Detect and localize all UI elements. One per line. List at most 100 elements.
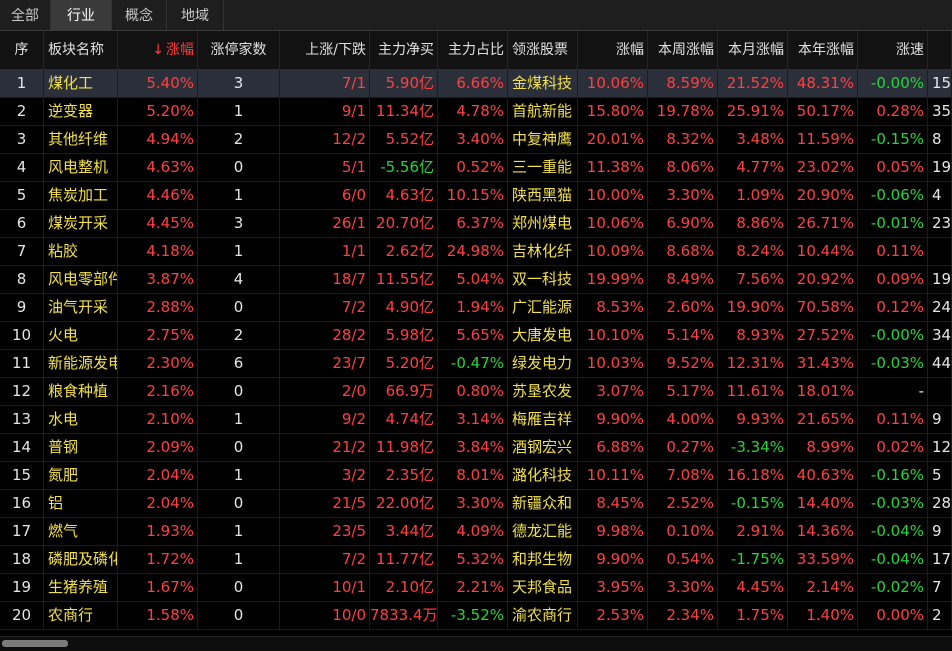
cell-col-leading-stock[interactable]: 中复神鹰 <box>508 126 578 153</box>
header-col-main-net-buy[interactable]: 主力净买 <box>370 31 438 69</box>
cell-col-sector-name[interactable]: 新能源发电 <box>44 350 118 377</box>
header-col-year-change[interactable]: 本年涨幅 <box>788 31 858 69</box>
table-row[interactable]: 7 粘胶 4.18% 1 1/1 2.62亿 24.98% 吉林化纤 10.09% 8.68% 8.… <box>0 238 952 266</box>
cell-col-week-change: 4.00% <box>648 406 718 433</box>
scrollbar-thumb[interactable] <box>2 640 68 647</box>
table-row[interactable]: 9 油气开采 2.88% 0 7/2 4.90亿 1.94% 广汇能源 8.53% 2.60% 19… <box>0 294 952 322</box>
cell-col-limit-up-count: 2 <box>198 126 280 153</box>
cell-col-leading-stock[interactable]: 渝农商行 <box>508 602 578 629</box>
horizontal-scrollbar[interactable] <box>0 636 952 651</box>
cell-col-index: 2 <box>0 98 44 125</box>
cell-col-sector-name[interactable]: 粮食种植 <box>44 378 118 405</box>
cell-col-sector-name[interactable]: 风电整机 <box>44 154 118 181</box>
table-row[interactable]: 20 农商行 1.58% 0 10/0 7833.4万 -3.52% 渝农商行 2.53% 2.3… <box>0 602 952 630</box>
cell-col-leading-stock[interactable]: 大唐发电 <box>508 322 578 349</box>
header-col-month-change[interactable]: 本月涨幅 <box>718 31 788 69</box>
cell-col-week-change: 2.60% <box>648 294 718 321</box>
table-row[interactable]: 18磷肥及磷化工1.72%17/211.77亿5.32%和邦生物9.90%0.5… <box>0 546 952 574</box>
cell-col-leading-change: 8.45% <box>578 490 648 517</box>
header-col-change[interactable]: ↓ 涨幅 <box>118 31 198 69</box>
cell-col-sector-name[interactable]: 燃气 <box>44 518 118 545</box>
header-col-limit-up-count[interactable]: 涨停家数 <box>198 31 280 69</box>
cell-col-year-change: 23.02% <box>788 154 858 181</box>
cell-col-leading-stock[interactable]: 金煤科技 <box>508 70 578 97</box>
cell-col-sector-name[interactable]: 火电 <box>44 322 118 349</box>
cell-col-sector-name[interactable]: 磷肥及磷化工 <box>44 546 118 573</box>
cell-col-leading-stock[interactable]: 首航新能 <box>508 98 578 125</box>
cell-col-year-change: 11.59% <box>788 126 858 153</box>
header-col-speed[interactable]: 涨速 <box>858 31 928 69</box>
header-col-sector-name[interactable]: 板块名称 <box>44 31 118 69</box>
cell-col-index: 12 <box>0 378 44 405</box>
table-row[interactable]: 10 火电 2.75% 2 28/2 5.98亿 5.65% 大唐发电 10.10% 5.14% 8… <box>0 322 952 350</box>
cell-col-limit-up-count: 0 <box>198 294 280 321</box>
table-row[interactable]: 2 逆变器 5.20% 1 9/1 11.34亿 4.78% 首航新能 15.80% 19.78%… <box>0 98 952 126</box>
cell-col-sector-name[interactable]: 氮肥 <box>44 462 118 489</box>
cell-col-sector-name[interactable]: 风电零部件 <box>44 266 118 293</box>
cell-col-leading-stock[interactable]: 梅雁吉祥 <box>508 406 578 433</box>
table-row[interactable]: 6 煤炭开采 4.45% 3 26/1 20.70亿 6.37% 郑州煤电 10.06% 6.90… <box>0 210 952 238</box>
table-row[interactable]: 16 铝 2.04% 0 21/5 22.00亿 3.30% 新疆众和 8.45% 2.52% -0… <box>0 490 952 518</box>
cell-col-leading-stock[interactable]: 德龙汇能 <box>508 518 578 545</box>
cell-col-speed: -0.02% <box>858 574 928 601</box>
table-row[interactable]: 14 普钢 2.09% 0 21/2 11.98亿 3.84% 酒钢宏兴 6.88% 0.27% -… <box>0 434 952 462</box>
cell-col-sector-name[interactable]: 焦炭加工 <box>44 182 118 209</box>
cell-col-sector-name[interactable]: 油气开采 <box>44 294 118 321</box>
cell-col-main-net-buy: 5.98亿 <box>370 322 438 349</box>
cell-col-sector-name[interactable]: 煤炭开采 <box>44 210 118 237</box>
cell-col-leading-stock[interactable]: 潞化科技 <box>508 462 578 489</box>
table-row[interactable]: 11 新能源发电 2.30% 6 23/7 5.20亿 -0.47% 绿发电力 10.03% 9.… <box>0 350 952 378</box>
table-row[interactable]: 4 风电整机 4.63% 0 5/1 -5.56亿 0.52% 三一重能 11.38% 8.06%… <box>0 154 952 182</box>
cell-col-up-down: 3/2 <box>280 462 370 489</box>
cell-col-week-change: 8.32% <box>648 126 718 153</box>
cell-col-main-net-buy: 2.10亿 <box>370 574 438 601</box>
cell-col-sector-name[interactable]: 农商行 <box>44 602 118 629</box>
cell-col-sector-name[interactable]: 逆变器 <box>44 98 118 125</box>
table-row[interactable]: 3 其他纤维 4.94% 2 12/2 5.52亿 3.40% 中复神鹰 20.01% 8.32%… <box>0 126 952 154</box>
header-col-week-change[interactable]: 本周涨幅 <box>648 31 718 69</box>
tab-3[interactable]: 地域 <box>167 0 224 30</box>
cell-col-leading-stock[interactable]: 绿发电力 <box>508 350 578 377</box>
cell-col-leading-stock[interactable]: 陕西黑猫 <box>508 182 578 209</box>
cell-col-index: 10 <box>0 322 44 349</box>
cell-col-leading-stock[interactable]: 三一重能 <box>508 154 578 181</box>
cell-col-sector-name[interactable]: 其他纤维 <box>44 126 118 153</box>
table-row[interactable]: 8 风电零部件 3.87% 4 18/7 11.55亿 5.04% 双一科技 19.99% 8.4… <box>0 266 952 294</box>
cell-col-leading-stock[interactable]: 吉林化纤 <box>508 238 578 265</box>
tab-1[interactable]: 行业 <box>51 0 112 30</box>
header-col-main-ratio[interactable]: 主力占比 <box>438 31 508 69</box>
cell-col-leading-stock[interactable]: 酒钢宏兴 <box>508 434 578 461</box>
header-col-leading-change[interactable]: 涨幅 <box>578 31 648 69</box>
cell-col-week-change: 6.90% <box>648 210 718 237</box>
cell-col-leading-stock[interactable]: 郑州煤电 <box>508 210 578 237</box>
table-row[interactable]: 13 水电 2.10% 1 9/2 4.74亿 3.14% 梅雁吉祥 9.90% 4.00% 9.9… <box>0 406 952 434</box>
cell-col-leading-stock[interactable]: 和邦生物 <box>508 546 578 573</box>
header-col-extra[interactable] <box>928 31 952 69</box>
cell-col-week-change: 5.17% <box>648 378 718 405</box>
cell-col-leading-stock[interactable]: 双一科技 <box>508 266 578 293</box>
cell-col-sector-name[interactable]: 生猪养殖 <box>44 574 118 601</box>
cell-col-leading-stock[interactable]: 广汇能源 <box>508 294 578 321</box>
header-col-index[interactable]: 序 <box>0 31 44 69</box>
cell-col-sector-name[interactable]: 水电 <box>44 406 118 433</box>
cell-col-leading-stock[interactable]: 苏垦农发 <box>508 378 578 405</box>
header-col-leading-stock[interactable]: 领涨股票 <box>508 31 578 69</box>
tab-2[interactable]: 概念 <box>112 0 167 30</box>
tab-0[interactable]: 全部 <box>0 0 51 30</box>
cell-col-sector-name[interactable]: 煤化工 <box>44 70 118 97</box>
cell-col-leading-stock[interactable]: 天邦食品 <box>508 574 578 601</box>
cell-col-sector-name[interactable]: 铝 <box>44 490 118 517</box>
header-col-up-down[interactable]: 上涨/下跌 <box>280 31 370 69</box>
cell-col-speed: 0.09% <box>858 266 928 293</box>
table-row[interactable]: 12 粮食种植 2.16% 0 2/0 66.9万 0.80% 苏垦农发 3.07% 5.17% 1… <box>0 378 952 406</box>
cell-col-sector-name[interactable]: 粘胶 <box>44 238 118 265</box>
table-row[interactable]: 15 氮肥 2.04% 1 3/2 2.35亿 8.01% 潞化科技 10.11% 7.08% 16… <box>0 462 952 490</box>
table-row[interactable]: 5 焦炭加工 4.46% 1 6/0 4.63亿 10.15% 陕西黑猫 10.00% 3.30%… <box>0 182 952 210</box>
cell-col-up-down: 2/0 <box>280 378 370 405</box>
table-row[interactable]: 19 生猪养殖 1.67% 0 10/1 2.10亿 2.21% 天邦食品 3.95% 3.30%… <box>0 574 952 602</box>
cell-col-leading-stock[interactable]: 新疆众和 <box>508 490 578 517</box>
table-row[interactable]: 1 煤化工 5.40% 3 7/1 5.90亿 6.66% 金煤科技 10.06% 8.59% 21… <box>0 70 952 98</box>
cell-col-sector-name[interactable]: 普钢 <box>44 434 118 461</box>
cell-col-month-change: 1.75% <box>718 602 788 629</box>
table-row[interactable]: 17 燃气 1.93% 1 23/5 3.44亿 4.09% 德龙汇能 9.98% 0.10% 2.… <box>0 518 952 546</box>
